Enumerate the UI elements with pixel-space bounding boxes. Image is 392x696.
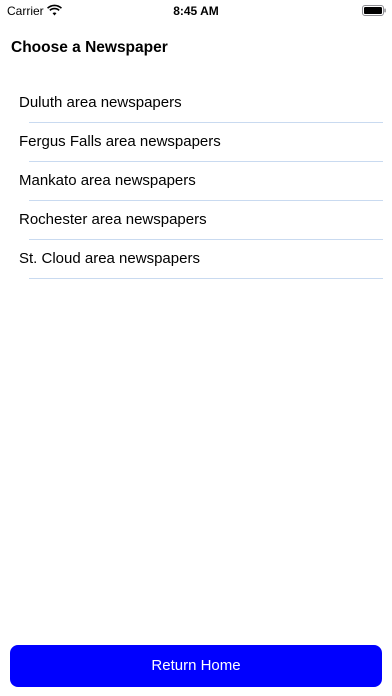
list-item-label: St. Cloud area newspapers xyxy=(19,250,200,267)
list-item-label: Duluth area newspapers xyxy=(19,94,182,111)
newspaper-list: Duluth area newspapers Fergus Falls area… xyxy=(0,84,392,279)
status-bar: Carrier 8:45 AM xyxy=(0,0,392,22)
list-item-label: Fergus Falls area newspapers xyxy=(19,133,221,150)
page-title: Choose a Newspaper xyxy=(11,39,168,56)
list-item-label: Mankato area newspapers xyxy=(19,172,196,189)
newspaper-selection-screen: Carrier 8:45 AM Choose a Newspaper Dulut… xyxy=(0,0,392,696)
list-item-mankato[interactable]: Mankato area newspapers xyxy=(0,162,392,201)
list-item-st-cloud[interactable]: St. Cloud area newspapers xyxy=(0,240,392,279)
return-home-button[interactable]: Return Home xyxy=(10,645,382,687)
list-item-duluth[interactable]: Duluth area newspapers xyxy=(0,84,392,123)
row-separator xyxy=(29,278,383,279)
list-item-rochester[interactable]: Rochester area newspapers xyxy=(0,201,392,240)
status-time: 8:45 AM xyxy=(173,4,219,18)
list-item-fergus-falls[interactable]: Fergus Falls area newspapers xyxy=(0,123,392,162)
list-item-label: Rochester area newspapers xyxy=(19,211,207,228)
battery-icon xyxy=(362,5,386,16)
